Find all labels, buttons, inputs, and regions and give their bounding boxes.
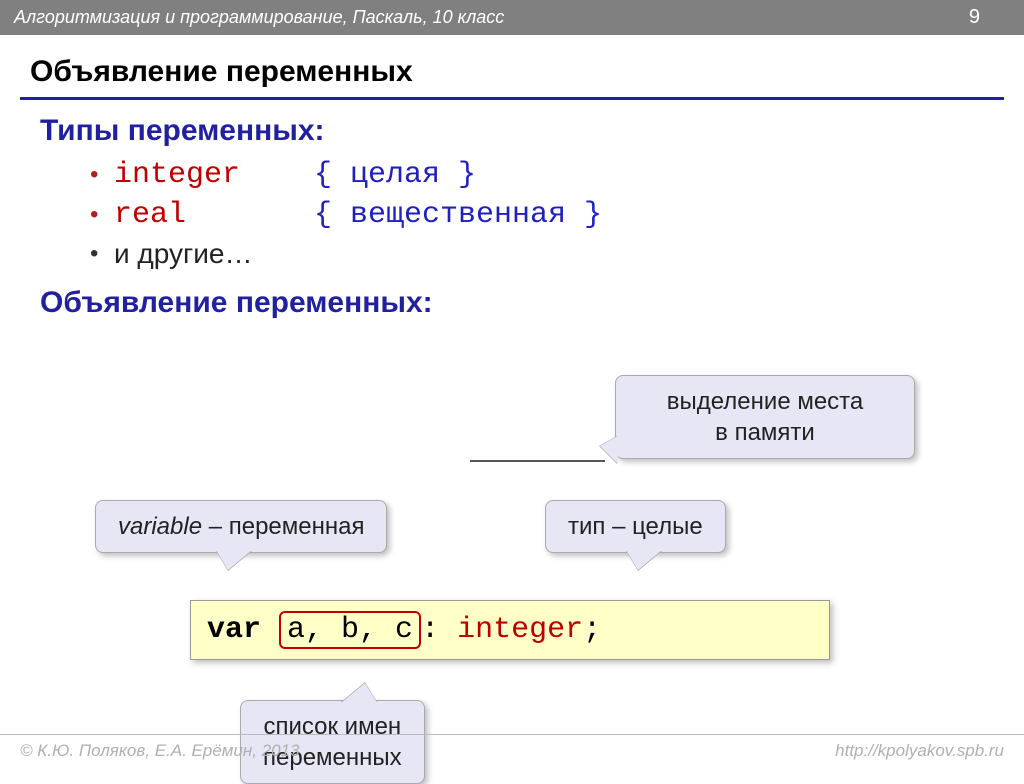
decl-heading: Объявление переменных: [40,286,433,320]
callout-variable: variable – переменная [95,500,387,553]
slide-title: Объявление переменных [0,35,1024,97]
bullet-icon: • [90,161,114,189]
footer-url: http://kpolyakov.spb.ru [835,741,1004,761]
code-vars: a, b, c [287,613,413,647]
header-bar: Алгоритмизация и программирование, Паска… [0,0,1024,35]
type-comment: { вещественная } [314,198,602,232]
callout-variable-rest: – переменная [202,513,364,540]
footer-copyright: © К.Ю. Поляков, Е.А. Ерёмин, 2013 [20,741,300,761]
code-colon: : [421,613,439,647]
code-box: var a, b, c : integer; [190,600,830,660]
type-row-real: • real { вещественная } [90,198,984,232]
type-name: real [114,198,314,232]
callout-variable-prefix: variable [118,513,202,540]
code-type: integer [457,613,583,647]
bullet-icon: • [90,201,114,229]
code-keyword: var [207,613,261,647]
callout-memory: выделение места в памяти [615,375,915,459]
page-number: 9 [969,6,1010,29]
bullet-icon: • [90,240,114,268]
type-name: integer [114,158,314,192]
connector-line [470,460,605,462]
callout-tail-icon [341,683,377,703]
type-row-integer: • integer { целая } [90,158,984,192]
callout-tail-icon [626,550,662,570]
type-comment: { целая } [314,158,476,192]
footer: © К.Ю. Поляков, Е.А. Ерёмин, 2013 http:/… [0,734,1024,767]
callout-tail-icon [600,436,618,464]
callout-tail-icon [216,550,252,570]
type-list: • integer { целая } • real { вещественна… [40,158,984,270]
code-semi: ; [583,613,601,647]
code-vars-frame: a, b, c [279,611,421,649]
types-heading: Типы переменных: [40,114,984,148]
callout-text: выделение места в памяти [667,388,864,446]
callout-text: тип – целые [568,513,703,540]
course-title: Алгоритмизация и программирование, Паска… [14,7,504,28]
others-text: и другие… [114,238,252,270]
callout-type: тип – целые [545,500,726,553]
type-row-others: • и другие… [90,238,984,270]
content-area: Типы переменных: • integer { целая } • r… [0,100,1024,330]
